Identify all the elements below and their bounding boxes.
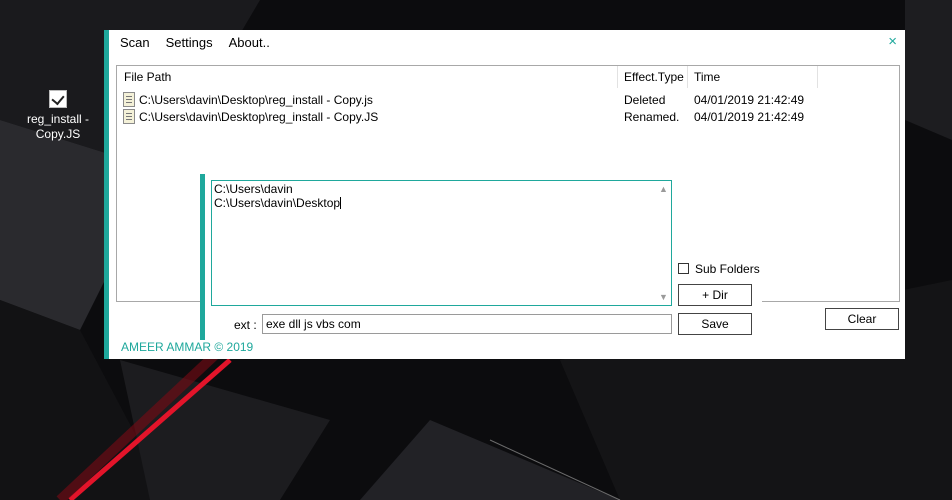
js-file-icon [49,90,67,108]
window-accent-bar [104,30,109,359]
menu-settings[interactable]: Settings [158,35,221,53]
save-button[interactable]: Save [678,313,752,335]
column-file-path[interactable]: File Path [117,66,617,88]
menu-bar: Scan Settings About.. [120,35,278,53]
dir-line: C:\Users\davin [214,182,293,196]
scroll-up-icon[interactable]: ▲ [659,185,668,194]
table-header: File Path Effect.Type Time [117,66,899,88]
clear-button[interactable]: Clear [825,308,899,330]
add-dir-button[interactable]: + Dir [678,284,752,306]
footer-credit: AMEER AMMAR © 2019 [121,340,254,354]
table-row[interactable]: C:\Users\davin\Desktop\reg_install - Cop… [117,109,899,126]
desktop-file-label-2: Copy.JS [35,127,81,141]
subfolders-label[interactable]: Sub Folders [695,262,760,276]
row-effect: Renamed. [624,110,680,124]
ext-label: ext : [234,318,257,332]
ext-input[interactable]: exe dll js vbs com [262,314,672,334]
desktop-file-icon[interactable]: reg_install - Copy.JS [22,90,94,142]
file-icon [123,92,135,107]
row-path: C:\Users\davin\Desktop\reg_install - Cop… [139,93,373,107]
subfolders-checkbox[interactable] [678,263,689,274]
close-icon[interactable]: × [888,34,897,50]
column-effect-type[interactable]: Effect.Type [617,66,687,88]
row-time: 04/01/2019 21:42:49 [694,93,805,107]
desktop-file-label-1: reg_install - [26,112,90,126]
menu-scan[interactable]: Scan [120,35,158,53]
dir-line: C:\Users\davin\Desktop [214,196,341,210]
file-icon [123,109,135,124]
table-row[interactable]: C:\Users\davin\Desktop\reg_install - Cop… [117,92,899,109]
menu-about[interactable]: About.. [221,35,278,53]
vertical-scrollbar[interactable]: ▲ ▼ [656,182,670,304]
directories-textarea[interactable]: C:\Users\davin C:\Users\davin\Desktop ▲ … [211,180,672,306]
scroll-down-icon[interactable]: ▼ [659,293,668,302]
row-time: 04/01/2019 21:42:49 [694,110,805,124]
text-caret [340,197,342,209]
row-path: C:\Users\davin\Desktop\reg_install - Cop… [139,110,379,124]
row-effect: Deleted [624,93,666,107]
column-time[interactable]: Time [687,66,817,88]
settings-panel: C:\Users\davin C:\Users\davin\Desktop ▲ … [200,174,762,340]
panel-accent-bar [200,174,205,340]
